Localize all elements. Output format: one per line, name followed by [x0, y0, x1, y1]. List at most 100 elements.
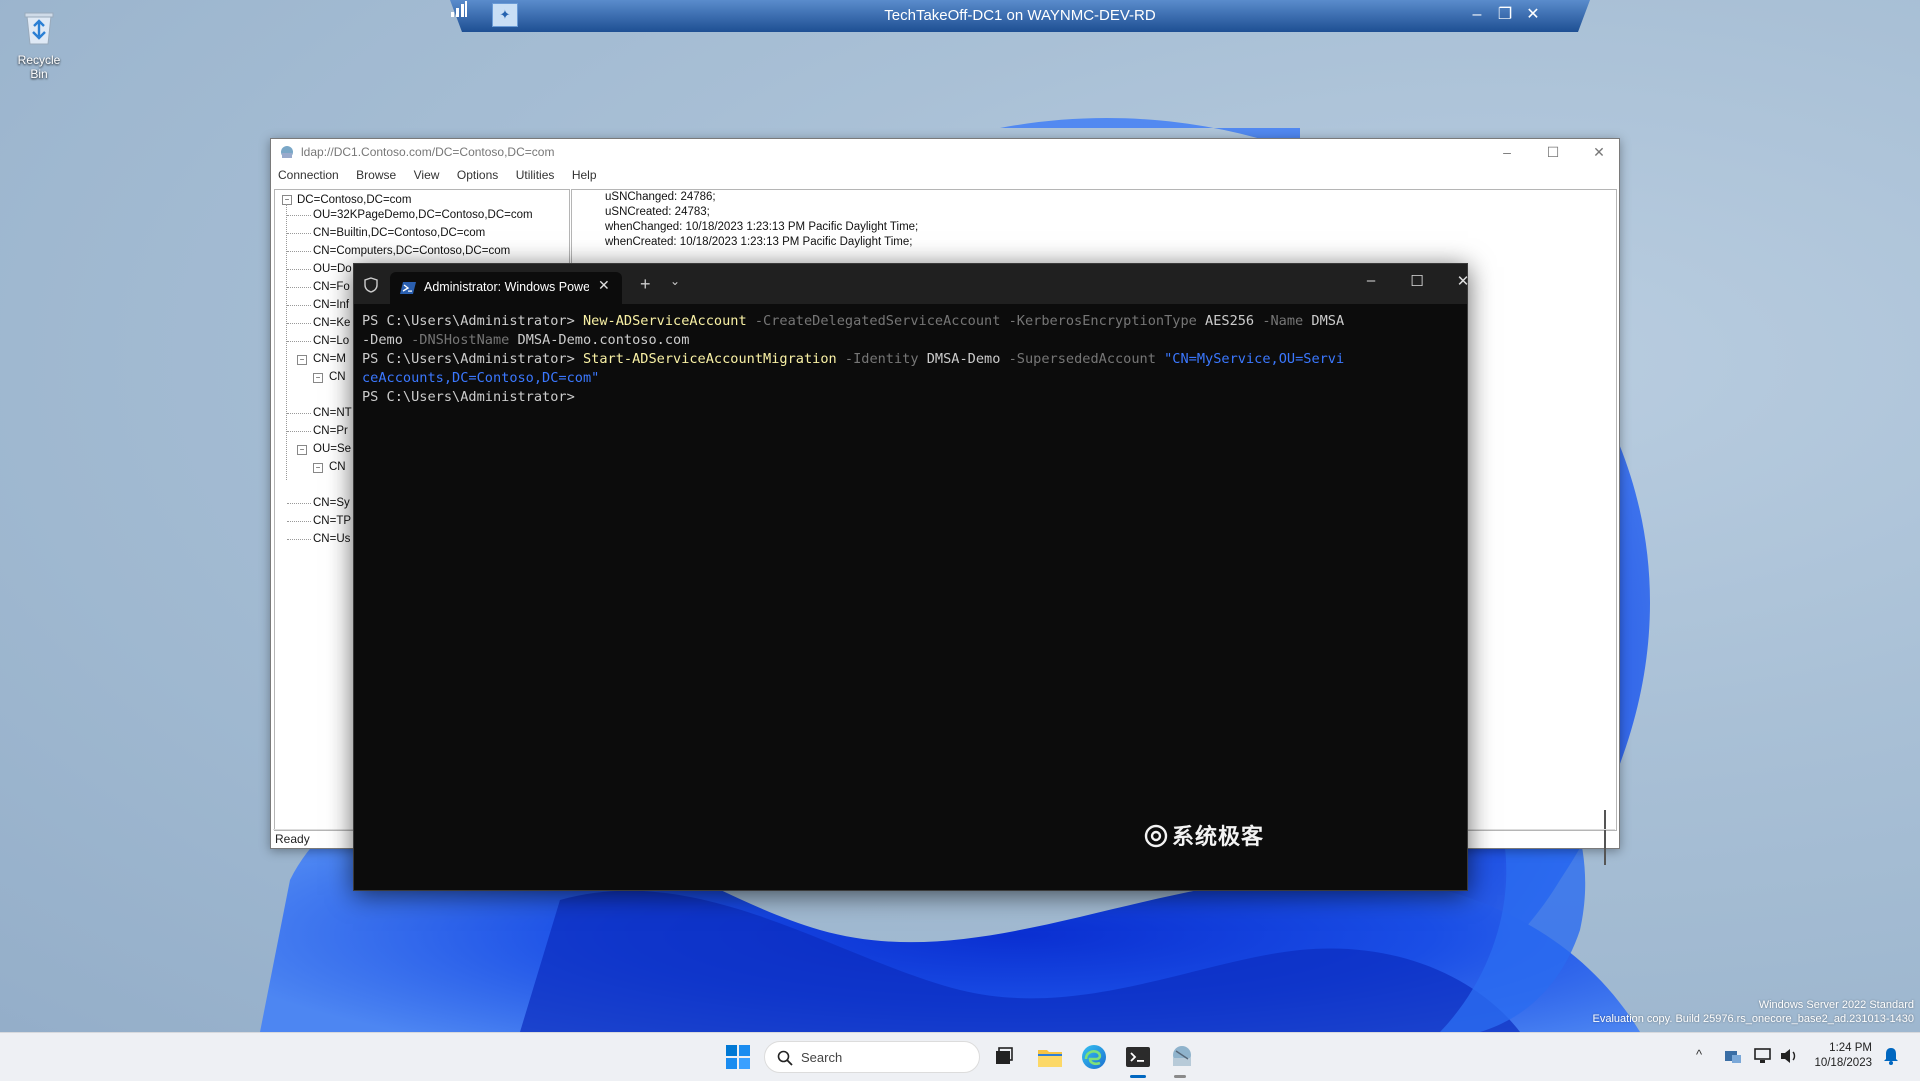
task-view-icon[interactable] [988, 1041, 1020, 1073]
eval-line-2: Evaluation copy. Build 25976.rs_onecore_… [1592, 1013, 1915, 1025]
ldp-close-button[interactable]: ✕ [1579, 143, 1619, 161]
tree-collapse-toggle[interactable]: − [313, 373, 323, 383]
prompt: PS C:\Users\Administrator> [362, 389, 575, 405]
tab-label: Administrator: Windows PowerShell [424, 280, 589, 294]
ldp-title-bar[interactable]: ldap://DC1.Contoso.com/DC=Contoso,DC=com… [271, 139, 1619, 165]
recycle-bin-desktop-icon[interactable]: Recycle Bin [8, 8, 70, 81]
recycle-bin-icon [24, 12, 54, 45]
file-explorer-icon[interactable] [1034, 1041, 1066, 1073]
taskbar-search-box[interactable]: Search [764, 1041, 980, 1073]
tree-node[interactable]: CN=Us [313, 532, 350, 546]
tree-collapse-toggle[interactable]: − [297, 445, 307, 455]
ldp-maximize-button[interactable]: ☐ [1533, 143, 1573, 161]
terminal-line-1: PS C:\Users\Administrator> New-ADService… [362, 312, 1462, 331]
terminal-window: Administrator: Windows PowerShell ✕ + ⌄ … [353, 263, 1469, 891]
tree-node[interactable]: CN [329, 370, 346, 384]
terminal-close-button[interactable]: ✕ [1443, 272, 1483, 290]
admin-shield-icon [364, 277, 378, 293]
menu-connection[interactable]: Connection [278, 165, 339, 185]
tree-guide [287, 215, 311, 216]
eval-line-1: Windows Server 2022 Standard [1758, 999, 1914, 1011]
system-clock[interactable]: 1:24 PM 10/18/2023 [1808, 1041, 1872, 1071]
rdp-minimize-button[interactable]: – [1466, 4, 1488, 26]
tree-collapse-toggle[interactable]: − [313, 463, 323, 473]
detail-line: uSNChanged: 24786; [605, 191, 716, 203]
notification-bell-icon[interactable] [1880, 1045, 1902, 1067]
ldp-app-icon [281, 146, 293, 158]
rdp-close-button[interactable]: ✕ [1522, 4, 1544, 26]
tab-close-icon[interactable]: ✕ [598, 277, 610, 294]
ldp-minimize-button[interactable]: – [1487, 143, 1527, 161]
tree-guide [287, 323, 311, 324]
menu-help[interactable]: Help [572, 165, 597, 185]
terminal-tab-bar[interactable]: Administrator: Windows PowerShell ✕ + ⌄ … [354, 264, 1469, 304]
menu-options[interactable]: Options [457, 165, 498, 185]
tree-guide [287, 521, 311, 522]
tab-dropdown-button[interactable]: ⌄ [670, 274, 680, 288]
value: DMSA-Demo.contoso.com [517, 332, 690, 348]
menu-browse[interactable]: Browse [356, 165, 396, 185]
tree-node[interactable]: OU=32KPageDemo,DC=Contoso,DC=com [313, 208, 533, 222]
tree-guide [287, 539, 311, 540]
tree-node[interactable]: OU=Se [313, 442, 351, 456]
value: DMSA [1311, 313, 1345, 329]
ldp-taskbar-icon[interactable] [1166, 1041, 1198, 1073]
tree-node[interactable]: CN=TP [313, 514, 351, 528]
ldp-running-indicator [1174, 1075, 1186, 1078]
param: -DNSHostName [411, 332, 510, 348]
tray-overflow-chevron[interactable]: ^ [1696, 1047, 1702, 1062]
terminal-output[interactable]: PS C:\Users\Administrator> New-ADService… [362, 312, 1462, 407]
tree-guide [287, 503, 311, 504]
detail-line: whenChanged: 10/18/2023 1:23:13 PM Pacif… [605, 221, 919, 233]
clock-date: 10/18/2023 [1814, 1057, 1872, 1069]
tree-node[interactable]: CN=Inf [313, 298, 349, 312]
new-tab-button[interactable]: + [640, 274, 651, 295]
network-icon[interactable] [1752, 1045, 1774, 1067]
param: -KerberosEncryptionType [1008, 313, 1197, 329]
search-placeholder: Search [801, 1050, 843, 1065]
tree-guide [287, 413, 311, 414]
taskbar: Search ^ 1:24 PM 10/18/2023 [0, 1032, 1920, 1081]
evaluation-watermark: Windows Server 2022 Standard Evaluation … [1593, 998, 1915, 1026]
param: -Identity [844, 351, 919, 367]
recycle-bin-label: Recycle Bin [17, 53, 61, 81]
tray-app-icon[interactable] [1722, 1045, 1744, 1067]
tree-node[interactable]: CN=NT [313, 406, 352, 420]
volume-icon[interactable] [1778, 1045, 1800, 1067]
rdp-restore-button[interactable]: ❐ [1494, 4, 1516, 26]
tree-node[interactable]: CN=Lo [313, 334, 349, 348]
terminal-line-3: PS C:\Users\Administrator> [362, 388, 1462, 407]
param: -Name [1262, 313, 1304, 329]
terminal-line-2: PS C:\Users\Administrator> Start-ADServi… [362, 350, 1462, 369]
tree-node[interactable]: CN=Computers,DC=Contoso,DC=com [313, 244, 510, 258]
terminal-taskbar-icon[interactable] [1122, 1041, 1154, 1073]
tab-powershell[interactable]: Administrator: Windows PowerShell ✕ [390, 272, 622, 304]
string-value: ceAccounts,DC=Contoso,DC=com" [362, 370, 600, 386]
tree-guide [287, 233, 311, 234]
tree-node[interactable]: CN=Builtin,DC=Contoso,DC=com [313, 226, 485, 240]
prompt: PS C:\Users\Administrator> [362, 351, 575, 367]
tree-node[interactable]: CN [329, 460, 346, 474]
menu-view[interactable]: View [414, 165, 440, 185]
tree-collapse-toggle[interactable]: − [282, 195, 292, 205]
terminal-minimize-button[interactable]: – [1351, 272, 1391, 289]
watermark-logo-icon [1144, 824, 1168, 848]
tree-node[interactable]: CN=Sy [313, 496, 350, 510]
tree-collapse-toggle[interactable]: − [297, 355, 307, 365]
tree-node[interactable]: CN=Pr [313, 424, 348, 438]
tree-node[interactable]: CN=Fo [313, 280, 350, 294]
start-button-icon[interactable] [722, 1041, 754, 1073]
tree-node[interactable]: CN=M [313, 352, 346, 366]
terminal-maximize-button[interactable]: ☐ [1397, 272, 1437, 290]
menu-utilities[interactable]: Utilities [516, 165, 555, 185]
string-value: "CN=MyService,OU=Servi [1164, 351, 1345, 367]
tree-root-node[interactable]: DC=Contoso,DC=com [297, 193, 411, 207]
tree-guide [287, 431, 311, 432]
tree-node[interactable]: CN=Ke [313, 316, 350, 330]
tree-node[interactable]: OU=Do [313, 262, 352, 276]
param: -CreateDelegatedServiceAccount [754, 313, 1001, 329]
rdp-connection-bar[interactable]: ✦ TechTakeOff-DC1 on WAYNMC-DEV-RD – ❐ ✕ [450, 0, 1590, 32]
value: -Demo [362, 332, 403, 348]
edge-browser-icon[interactable] [1078, 1041, 1110, 1073]
desktop: Recycle Bin ✦ TechTakeOff-DC1 on WAYNMC-… [0, 0, 1920, 1032]
